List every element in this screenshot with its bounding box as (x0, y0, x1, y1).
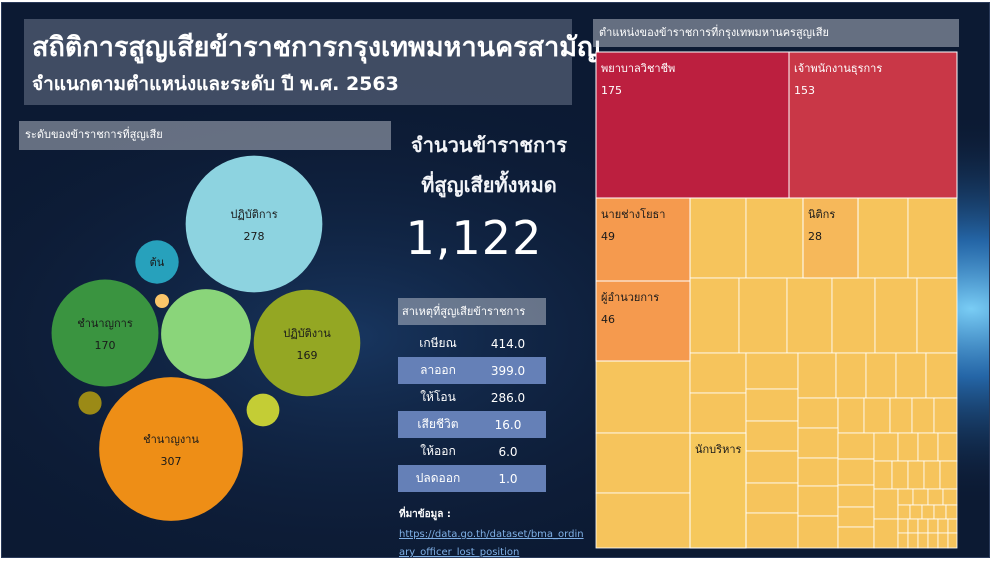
treemap-cell (865, 352, 897, 399)
treemap-cell (797, 485, 839, 517)
treemap-cell (916, 277, 958, 354)
treemap-cell (745, 420, 799, 452)
treemap-value: 153 (794, 84, 815, 97)
treemap-cell (937, 532, 949, 549)
treemap-cell (942, 488, 958, 506)
treemap-cell (937, 518, 949, 534)
treemap-cell (907, 518, 919, 534)
treemap-cell (689, 277, 740, 354)
treemap-cell (797, 515, 839, 549)
treemap-value: 28 (808, 230, 822, 243)
treemap-cell (897, 488, 914, 506)
treemap-cell (873, 488, 899, 520)
treemap-cell (837, 526, 875, 549)
treemap-cell (863, 397, 891, 434)
treemap-cell (873, 460, 893, 490)
treemap-cell (689, 392, 747, 434)
treemap-cell (917, 518, 929, 534)
treemap-cell (745, 388, 799, 422)
treemap-cell (745, 512, 799, 549)
treemap-value: 46 (601, 313, 615, 326)
treemap-cell (897, 518, 909, 534)
treemap-cell (909, 504, 923, 520)
treemap-cell (889, 397, 913, 434)
treemap-cell (831, 277, 876, 354)
treemap-label: นิติกร (808, 208, 835, 221)
treemap-cell (837, 458, 875, 486)
treemap-cell (689, 352, 747, 394)
treemap-cell (797, 397, 839, 429)
treemap-cell (897, 532, 909, 549)
treemap-cell (923, 460, 941, 490)
treemap-cell (927, 532, 939, 549)
treemap-cell (907, 197, 958, 279)
treemap-value: 175 (601, 84, 622, 97)
treemap-label: ผู้อำนวยการ (601, 291, 659, 304)
treemap-cell (745, 352, 799, 390)
treemap-cell (837, 397, 865, 434)
treemap-cell (947, 532, 958, 549)
treemap-cell (857, 197, 909, 279)
treemap-cell (891, 460, 909, 490)
treemap-label: เจ้าพนักงานธุรการ (794, 62, 882, 75)
treemap-cell (939, 460, 958, 490)
treemap-cell (947, 518, 958, 534)
treemap-cell (911, 397, 935, 434)
treemap-cell (907, 532, 919, 549)
treemap-cell (837, 432, 875, 460)
treemap-cell (933, 397, 958, 434)
treemap-cell (745, 482, 799, 514)
treemap-cell (873, 432, 899, 462)
treemap-cell (897, 432, 919, 462)
treemap-cell (925, 352, 958, 399)
treemap-cell (745, 450, 799, 484)
treemap-cell (921, 504, 935, 520)
treemap-cell (873, 518, 899, 549)
treemap-cell (874, 277, 918, 354)
treemap-cell (745, 197, 804, 279)
treemap-cell (933, 504, 947, 520)
treemap-label: นักบริหาร (695, 443, 741, 456)
dashboard: สถิติการสูญเสียข้าราชการกรุงเทพมหานครสาม… (1, 2, 990, 558)
treemap-value: 49 (601, 230, 615, 243)
treemap-cell (689, 197, 747, 279)
treemap-cell (797, 352, 837, 399)
treemap-cell (912, 488, 929, 506)
treemap-label: นายช่างโยธา (601, 207, 665, 221)
treemap-cell (595, 492, 691, 549)
treemap-cell (797, 427, 839, 459)
treemap-cell (837, 484, 875, 508)
treemap-cell (595, 432, 691, 494)
treemap-cell (895, 352, 927, 399)
treemap-cell (917, 532, 929, 549)
treemap-cell (595, 360, 691, 434)
treemap-cell (897, 504, 911, 520)
treemap-cell (835, 352, 867, 399)
treemap-cell (945, 504, 958, 520)
treemap-cell (937, 432, 958, 462)
treemap-chart: พยาบาลวิชาชีพ 175 เจ้าพนักงานธุรการ 153 นายช… (595, 51, 958, 549)
treemap-cell (797, 457, 839, 487)
treemap-cell (907, 460, 925, 490)
treemap-cell (927, 488, 944, 506)
treemap-cell (786, 277, 833, 354)
treemap-cell (837, 506, 875, 528)
treemap-cell (917, 432, 939, 462)
treemap-cell (927, 518, 939, 534)
treemap-cell (738, 277, 788, 354)
treemap-label: พยาบาลวิชาชีพ (601, 62, 675, 75)
